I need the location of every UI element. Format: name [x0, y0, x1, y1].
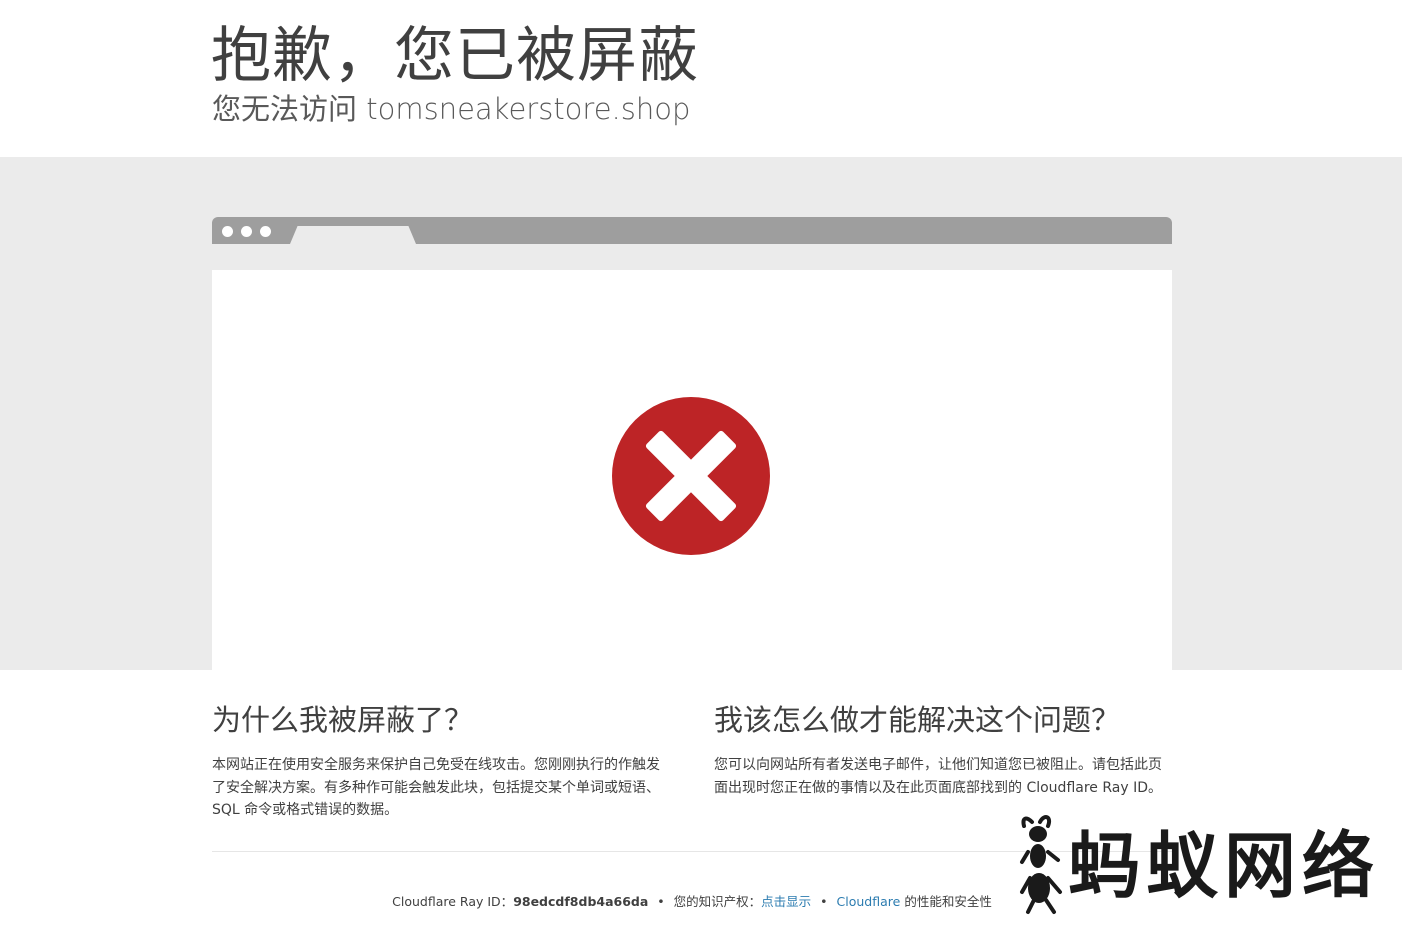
how-to-solve-text: 您可以向网站所有者发送电子邮件，让他们知道您已被阻止。请包括此页面出现时您正在做…: [714, 757, 1162, 796]
page-subtitle: 您无法访问 tomsneakerstore.shop: [212, 92, 691, 126]
why-blocked-title: 为什么我被屏蔽了？: [212, 703, 474, 737]
watermark-text: 蚂蚁网络: [1068, 823, 1381, 908]
ip-label: 您的知识产权：: [673, 894, 762, 909]
ray-id-value: 98edcdf8db4a66da: [513, 894, 649, 909]
ray-id-label: Cloudflare Ray ID：: [392, 894, 514, 909]
cloudflare-link[interactable]: Cloudflare: [837, 894, 901, 909]
error-x-icon: [612, 397, 770, 555]
reveal-ip-link[interactable]: 点击显示: [761, 894, 811, 909]
why-blocked-text: 本网站正在使用安全服务来保护自己免受在线攻击。您刚刚执行的作触发了安全解决方案。…: [212, 757, 660, 818]
how-to-solve-title: 我该怎么做才能解决这个问题？: [714, 703, 1121, 737]
why-blocked-section: 为什么我被屏蔽了？ 本网站正在使用安全服务来保护自己免受在线攻击。您刚刚执行的作…: [212, 700, 670, 822]
browser-dot-icon: [222, 226, 233, 237]
page-title: 抱歉，您已被屏蔽: [211, 21, 699, 91]
how-to-solve-section: 我该怎么做才能解决这个问题？ 您可以向网站所有者发送电子邮件，让他们知道您已被阻…: [714, 700, 1172, 799]
performance-text: 的性能和安全性: [904, 894, 992, 909]
browser-dot-icon: [241, 226, 252, 237]
footer-separator: •: [820, 894, 828, 909]
ant-logo-icon: [1020, 815, 1062, 914]
browser-illustration-bar: [212, 217, 1172, 244]
watermark: 蚂蚁网络: [1018, 812, 1390, 916]
browser-tab-shape: [290, 226, 416, 244]
footer-separator: •: [657, 894, 665, 909]
page-header: 抱歉，您已被屏蔽 您无法访问 tomsneakerstore.shop: [0, 0, 1402, 157]
browser-dot-icon: [260, 226, 271, 237]
